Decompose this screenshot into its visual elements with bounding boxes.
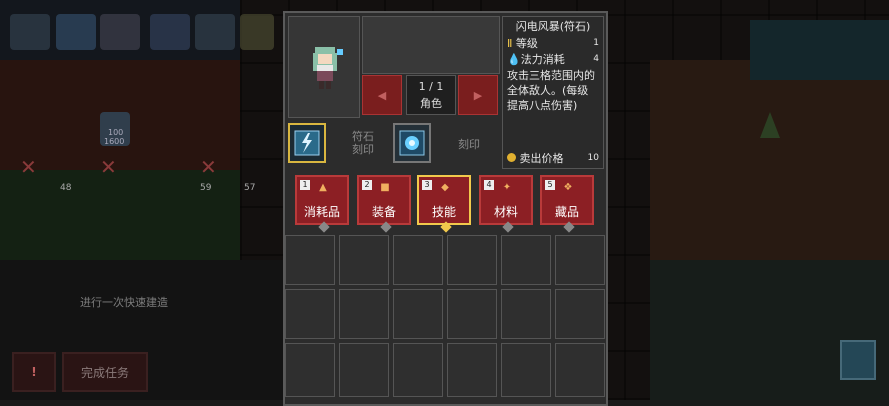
inventory-slot[interactable] — [555, 343, 605, 397]
inventory-slot[interactable] — [555, 235, 605, 285]
inventory-slot[interactable] — [339, 343, 389, 397]
enemy-count-2: 59 — [200, 183, 212, 193]
page-indicator: 1 / 1 角色 — [406, 75, 456, 115]
tab-label: 材料 — [493, 205, 518, 219]
item-info-box: 闪电风暴(符石) Ⅱ 等级 1 💧法力消耗 4 攻击三格范围内的全体敌人。(每级… — [502, 16, 604, 169]
unit-hp-value: 100 — [108, 128, 124, 137]
tab-label: 装备 — [371, 205, 396, 219]
inventory-slot[interactable] — [339, 289, 389, 339]
left-arrow-icon: ◀ — [377, 88, 387, 102]
collectible-icon: ❖ — [563, 182, 573, 193]
prev-page-button[interactable]: ◀ — [362, 75, 402, 115]
tab-label: 技能 — [431, 205, 456, 219]
shop-icon[interactable] — [56, 14, 96, 50]
inventory-slot[interactable] — [447, 289, 497, 339]
character-portrait[interactable] — [288, 16, 360, 118]
market-icon[interactable] — [240, 14, 274, 50]
inventory-slot[interactable] — [393, 235, 443, 285]
inventory-slot[interactable] — [501, 343, 551, 397]
potion-icon: ▲ — [319, 182, 327, 193]
item-description: 攻击三格范围内的全体敌人。(每级提高八点伤害) — [507, 69, 595, 112]
rune-tower-icon[interactable] — [840, 340, 876, 380]
level-value: 1 — [593, 38, 599, 48]
mana-row: 💧法力消耗 4 — [507, 51, 599, 67]
temple-icon[interactable] — [100, 14, 140, 50]
inventory-slot[interactable] — [285, 343, 335, 397]
rune-slot-label: 符石 刻印 — [343, 130, 383, 156]
tab-skills[interactable]: 3 ◆ 技能 — [417, 175, 471, 233]
workshop-icon[interactable] — [195, 14, 235, 50]
inventory-slot[interactable] — [447, 343, 497, 397]
house-icon[interactable] — [150, 14, 190, 50]
inventory-slot[interactable] — [555, 289, 605, 339]
rune-slot-selected[interactable] — [288, 123, 326, 163]
tab-number: 3 — [422, 180, 432, 190]
page-number: 1 / 1 — [418, 80, 444, 93]
tab-label: 藏品 — [554, 205, 579, 219]
ice-rune-icon — [399, 130, 425, 156]
sell-label: 卖出价格 — [519, 152, 564, 165]
lightning-storm-icon — [294, 130, 320, 156]
inventory-slot[interactable] — [285, 289, 335, 339]
inventory-slot[interactable] — [393, 343, 443, 397]
material-icon: ✦ — [502, 182, 512, 193]
right-arrow-icon: ▶ — [473, 88, 483, 102]
level-row: Ⅱ 等级 1 — [507, 35, 599, 51]
item-name: 闪电风暴(符石) — [515, 20, 591, 33]
rune-slot-label-line2: 刻印 — [352, 143, 374, 156]
level-icon: Ⅱ — [507, 37, 513, 50]
level-label: 等级 — [515, 37, 538, 50]
enemy-count-1: 48 — [60, 183, 72, 193]
seal-slot[interactable] — [393, 123, 431, 163]
tab-number: 1 — [300, 180, 310, 190]
tab-number: 4 — [484, 180, 494, 190]
finish-task-button[interactable]: 完成任务 — [62, 352, 148, 392]
equip-slot-top[interactable] — [362, 16, 500, 74]
unit-cost-value: 1600 — [104, 137, 125, 146]
mana-label: 法力消耗 — [520, 53, 565, 66]
inventory-slot[interactable] — [339, 235, 389, 285]
tab-consumables[interactable]: 1 ▲ 消耗品 — [295, 175, 349, 233]
armor-icon: ■ — [380, 182, 390, 193]
page-label: 角色 — [420, 97, 442, 110]
character-sprite-icon — [313, 47, 343, 89]
mana-value: 4 — [593, 54, 599, 64]
inventory-slot[interactable] — [501, 235, 551, 285]
sell-row: 卖出价格 10 — [507, 150, 599, 166]
tab-equipment[interactable]: 2 ■ 装备 — [357, 175, 411, 233]
skill-icon: ◆ — [441, 182, 449, 193]
tab-label: 消耗品 — [303, 205, 340, 219]
rune-slot-label-line1: 符石 — [352, 130, 374, 143]
tab-number: 5 — [545, 180, 555, 190]
crossed-swords-icon[interactable]: ✕ — [200, 155, 224, 179]
coin-icon — [507, 153, 516, 162]
seal-slot-label: 刻印 — [458, 138, 480, 151]
alert-button[interactable]: ! — [12, 352, 56, 392]
tab-collectibles[interactable]: 5 ❖ 藏品 — [540, 175, 594, 233]
inventory-slot[interactable] — [501, 289, 551, 339]
inventory-slot[interactable] — [285, 235, 335, 285]
crossed-swords-icon[interactable]: ✕ — [100, 155, 124, 179]
inventory-slot[interactable] — [393, 289, 443, 339]
inventory-slot[interactable] — [447, 235, 497, 285]
mana-drop-icon: 💧 — [507, 53, 521, 66]
crossed-swords-icon[interactable]: ✕ — [20, 155, 44, 179]
sell-value: 10 — [587, 153, 599, 163]
quick-build-hint: 进行一次快速建造 — [80, 296, 168, 309]
enemy-count-3: 57 — [244, 183, 256, 193]
tab-materials[interactable]: 4 ✦ 材料 — [479, 175, 533, 233]
next-page-button[interactable]: ▶ — [458, 75, 498, 115]
tab-number: 2 — [362, 180, 372, 190]
fountain-icon[interactable] — [10, 14, 50, 50]
